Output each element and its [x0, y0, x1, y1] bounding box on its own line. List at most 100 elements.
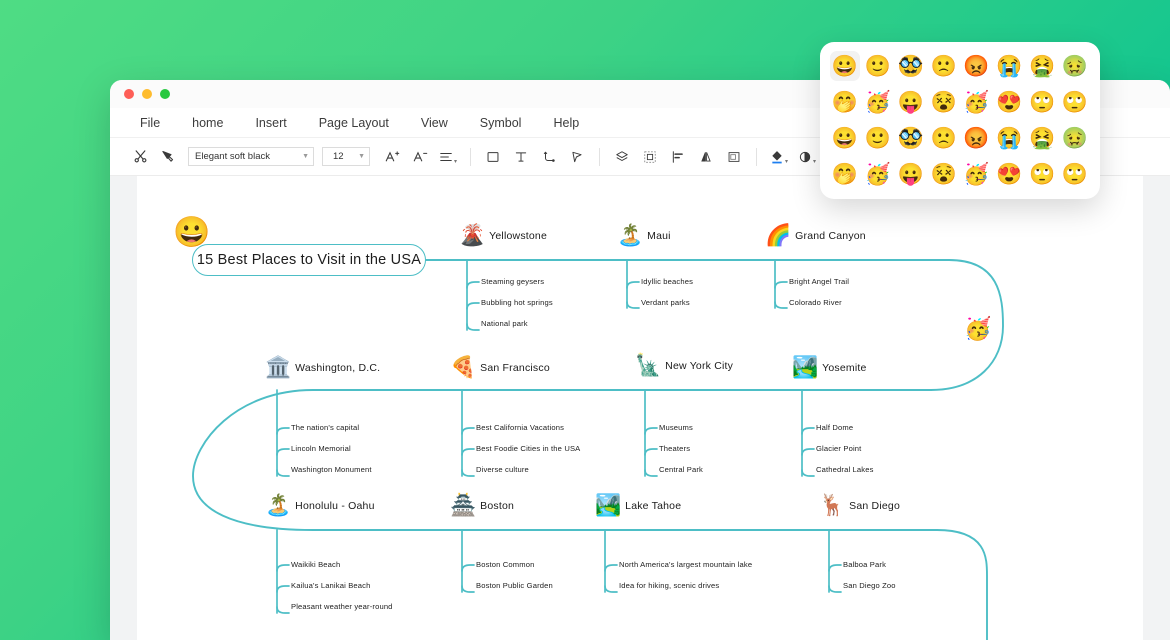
- sub-topic[interactable]: North America's largest mountain lake: [619, 560, 752, 569]
- emoji-cell[interactable]: 😵: [929, 160, 959, 190]
- sub-topic[interactable]: Central Park: [659, 465, 703, 474]
- sub-topic[interactable]: The nation's capital: [291, 423, 359, 432]
- sub-topic[interactable]: Kailua's Lanikai Beach: [291, 581, 370, 590]
- document-page[interactable]: 15 Best Places to Visit in the USA 😀 🥳 🌋…: [137, 176, 1143, 640]
- distribute-icon[interactable]: [720, 144, 748, 170]
- sub-topic[interactable]: Cathedral Lakes: [816, 465, 874, 474]
- emoji-cell[interactable]: 🙄: [1027, 87, 1057, 117]
- scissors-icon[interactable]: [126, 144, 154, 170]
- sub-topic[interactable]: Museums: [659, 423, 693, 432]
- emoji-cell[interactable]: 🥸: [896, 124, 926, 154]
- fill-color-icon[interactable]: [765, 144, 793, 170]
- branch-header[interactable]: 🌈 Grand Canyon: [765, 224, 866, 248]
- branch-header[interactable]: 🏞️ Yosemite: [792, 356, 867, 380]
- emoji-cell[interactable]: 😛: [896, 160, 926, 190]
- emoji-cell[interactable]: 🙁: [929, 51, 959, 81]
- emoji-cell[interactable]: 🙁: [929, 124, 959, 154]
- font-size-select[interactable]: 12 ▼: [322, 147, 370, 166]
- emoji-cell[interactable]: 😀: [830, 51, 860, 81]
- sub-topic[interactable]: Pleasant weather year-round: [291, 602, 393, 611]
- emoji-cell[interactable]: 🤢: [1060, 124, 1090, 154]
- emoji-cell[interactable]: 🙂: [863, 124, 893, 154]
- emoji-cell[interactable]: 🙄: [1060, 160, 1090, 190]
- layers-icon[interactable]: [608, 144, 636, 170]
- branch-header[interactable]: 🏯 Boston: [450, 494, 514, 518]
- branch-header[interactable]: 🏝️ Honolulu - Oahu: [265, 494, 375, 518]
- sub-topic[interactable]: Verdant parks: [641, 298, 690, 307]
- emoji-cell[interactable]: 🥸: [896, 51, 926, 81]
- menu-item-symbol[interactable]: Symbol: [464, 116, 538, 130]
- emoji-cell[interactable]: 🤭: [830, 160, 860, 190]
- branch-header[interactable]: 🌋 Yellowstone: [459, 224, 547, 248]
- emoji-cell[interactable]: 🥳: [961, 87, 991, 117]
- emoji-cell[interactable]: 🤭: [830, 87, 860, 117]
- sub-topic[interactable]: Waikiki Beach: [291, 560, 340, 569]
- sub-topic[interactable]: National park: [481, 319, 528, 328]
- mind-map-diagram[interactable]: 15 Best Places to Visit in the USA 😀 🥳 🌋…: [137, 176, 1143, 640]
- menu-item-page-layout[interactable]: Page Layout: [303, 116, 405, 130]
- emoji-picker-panel[interactable]: 😀 🙂 🥸 🙁 😡 😭 🤮 🤢 🤭 🥳 😛 😵 🥳 😍 🙄 🙄 😀 🙂 🥸 🙁 …: [820, 42, 1100, 199]
- sub-topic[interactable]: Idea for hiking, scenic drives: [619, 581, 719, 590]
- menu-item-help[interactable]: Help: [537, 116, 595, 130]
- minimize-window-button[interactable]: [142, 89, 152, 99]
- flip-horizontal-icon[interactable]: [692, 144, 720, 170]
- sub-topic[interactable]: Colorado River: [789, 298, 842, 307]
- sub-topic[interactable]: Boston Public Garden: [476, 581, 553, 590]
- menu-item-home[interactable]: home: [176, 116, 239, 130]
- emoji-cell[interactable]: 🙄: [1060, 87, 1090, 117]
- group-icon[interactable]: [636, 144, 664, 170]
- line-spacing-icon[interactable]: [434, 144, 462, 170]
- branch-header[interactable]: 🍕 San Francisco: [450, 356, 550, 380]
- menu-item-view[interactable]: View: [405, 116, 464, 130]
- branch-header[interactable]: 🦌 San Diego: [819, 494, 900, 518]
- sub-topic[interactable]: Diverse culture: [476, 465, 529, 474]
- sub-topic[interactable]: Steaming geysers: [481, 277, 544, 286]
- format-painter-icon[interactable]: [154, 144, 182, 170]
- sub-topic[interactable]: Best Foodie Cities in the USA: [476, 444, 580, 453]
- emoji-cell[interactable]: 🥳: [863, 87, 893, 117]
- emoji-cell[interactable]: 😡: [961, 124, 991, 154]
- connector-icon[interactable]: [535, 144, 563, 170]
- emoji-cell[interactable]: 🤮: [1027, 51, 1057, 81]
- pointer-icon[interactable]: [563, 144, 591, 170]
- sub-topic[interactable]: Bubbling hot springs: [481, 298, 553, 307]
- align-left-icon[interactable]: [664, 144, 692, 170]
- sub-topic[interactable]: San Diego Zoo: [843, 581, 896, 590]
- sub-topic[interactable]: Idyllic beaches: [641, 277, 693, 286]
- emoji-cell[interactable]: 🙄: [1027, 160, 1057, 190]
- menu-item-file[interactable]: File: [124, 116, 176, 130]
- emoji-cell[interactable]: 😍: [994, 87, 1024, 117]
- emoji-cell[interactable]: 😛: [896, 87, 926, 117]
- sub-topic[interactable]: Bright Angel Trail: [789, 277, 849, 286]
- menu-item-insert[interactable]: Insert: [239, 116, 302, 130]
- font-family-select[interactable]: Elegant soft black ▼: [188, 147, 314, 166]
- emoji-cell[interactable]: 😭: [994, 124, 1024, 154]
- sub-topic[interactable]: Lincoln Memorial: [291, 444, 351, 453]
- emoji-cell[interactable]: 😍: [994, 160, 1024, 190]
- sub-topic[interactable]: Half Dome: [816, 423, 853, 432]
- sub-topic[interactable]: Glacier Point: [816, 444, 861, 453]
- sub-topic[interactable]: Best California Vacations: [476, 423, 564, 432]
- emoji-cell[interactable]: 🥳: [961, 160, 991, 190]
- central-topic-node[interactable]: 15 Best Places to Visit in the USA: [192, 244, 426, 276]
- emoji-cell[interactable]: 😵: [929, 87, 959, 117]
- emoji-cell[interactable]: 🤢: [1060, 51, 1090, 81]
- sub-topic[interactable]: Washington Monument: [291, 465, 372, 474]
- emoji-cell[interactable]: 😡: [961, 51, 991, 81]
- maximize-window-button[interactable]: [160, 89, 170, 99]
- rectangle-shape-icon[interactable]: [479, 144, 507, 170]
- emoji-cell[interactable]: 🥳: [863, 160, 893, 190]
- branch-header[interactable]: 🏞️ Lake Tahoe: [595, 494, 681, 518]
- emoji-cell[interactable]: 😭: [994, 51, 1024, 81]
- emoji-cell[interactable]: 😀: [830, 124, 860, 154]
- emoji-cell[interactable]: 🤮: [1027, 124, 1057, 154]
- increase-font-icon[interactable]: [378, 144, 406, 170]
- sub-topic[interactable]: Balboa Park: [843, 560, 886, 569]
- close-window-button[interactable]: [124, 89, 134, 99]
- decrease-font-icon[interactable]: [406, 144, 434, 170]
- text-box-icon[interactable]: [507, 144, 535, 170]
- sub-topic[interactable]: Theaters: [659, 444, 690, 453]
- branch-header[interactable]: 🏛️ Washington, D.C.: [265, 356, 380, 380]
- branch-header[interactable]: 🏝️ Maui: [617, 224, 671, 248]
- branch-header[interactable]: 🗽 New York City: [635, 354, 733, 378]
